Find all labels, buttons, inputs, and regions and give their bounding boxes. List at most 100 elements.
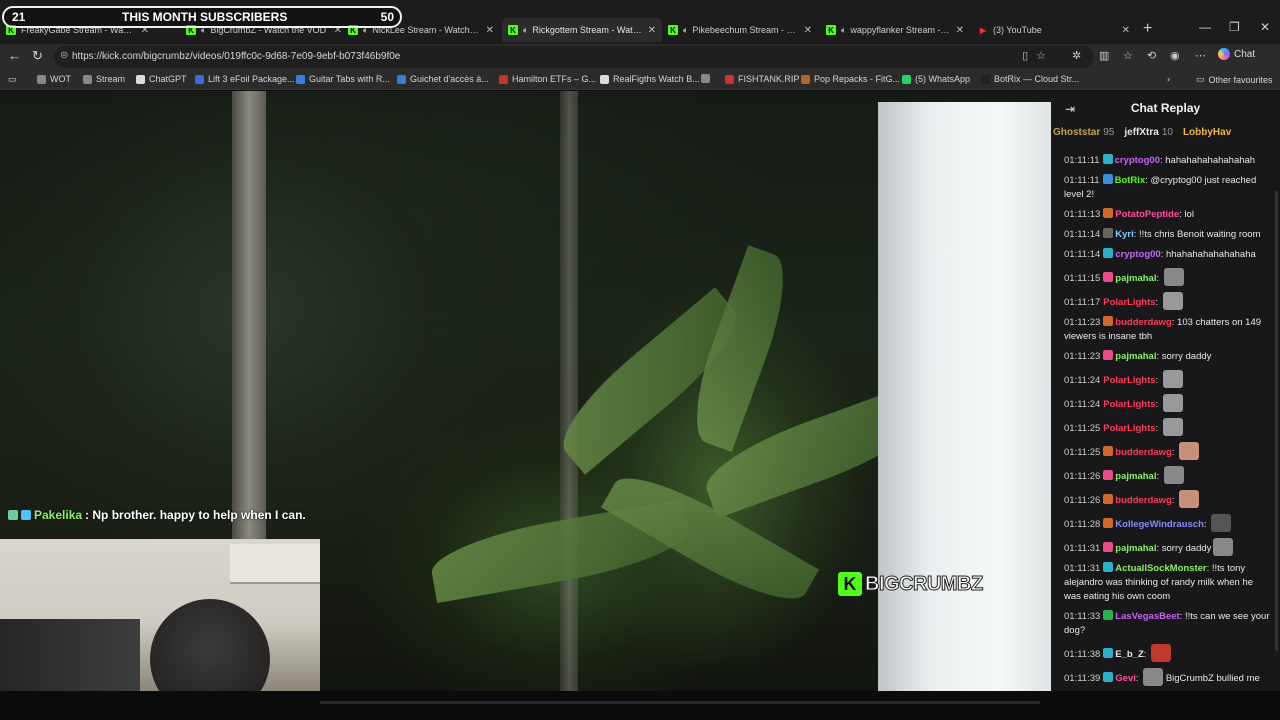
bookmark-favicon-icon [37, 74, 46, 84]
chat-username[interactable]: PolarLights [1103, 399, 1155, 410]
tab-close-icon[interactable]: ✕ [804, 25, 812, 36]
bookmark-item[interactable]: FISHTANK.RIP [725, 74, 799, 84]
top-gifter[interactable]: jeffXtra 10 [1124, 127, 1173, 145]
chat-username[interactable]: PolarLights [1103, 423, 1155, 434]
history-icon[interactable]: ⟲ [1147, 49, 1156, 62]
chat-username[interactable]: budderdawg [1115, 495, 1171, 506]
bookmark-item[interactable]: (5) WhatsApp [902, 74, 970, 84]
tab-close-icon[interactable]: ✕ [648, 25, 656, 36]
reading-list-icon[interactable]: ▭ [8, 74, 17, 85]
top-gifter[interactable]: LobbyHav [1183, 127, 1231, 145]
tab-title: wappyflanker Stream - Watch [850, 25, 949, 35]
browser-tab[interactable]: K 🔈︎ wappyflanker Stream - Watch ✕ [820, 18, 970, 42]
extensions-icon[interactable]: ✲ [1072, 49, 1081, 62]
profile-avatar-icon[interactable]: ◉ [1170, 49, 1180, 62]
bookmark-label: RealFigths Watch B... [613, 74, 700, 84]
bookmark-item[interactable]: Pop Repacks - FitG... [801, 74, 900, 84]
bookmark-item[interactable]: RealFigths Watch B... [600, 74, 700, 84]
emote-icon [1213, 538, 1234, 556]
bookmark-item[interactable]: Stream [83, 74, 125, 84]
chat-message: 01:11:25 budderdawg: [1051, 439, 1280, 463]
chat-message: 01:11:31 pajmahal: sorry daddy [1051, 535, 1280, 559]
tab-audio-icon[interactable]: 🔈︎ [841, 25, 846, 36]
chat-username[interactable]: budderdawg [1115, 447, 1171, 458]
chat-username[interactable]: pajmahal [1115, 273, 1156, 284]
more-menu-icon[interactable]: ⋯ [1195, 49, 1206, 62]
bookmark-item[interactable]: Hamilton ETFs – G... [499, 74, 596, 84]
browser-tab[interactable]: K 🔈︎ Pikebeechum Stream - Watch ✕ [662, 18, 818, 42]
message-timestamp: 01:11:28 [1064, 519, 1101, 530]
subscriber-count-goal: 50 [380, 10, 394, 24]
chat-username[interactable]: pajmahal [1115, 471, 1156, 482]
back-arrow-icon[interactable]: ← [8, 48, 21, 63]
address-bar[interactable]: ⊜ https://kick.com/bigcrumbz/videos/019f… [54, 46, 1094, 68]
message-timestamp: 01:11:15 [1064, 273, 1101, 284]
video-progress-bar[interactable] [320, 701, 1040, 704]
bookmark-item[interactable]: Lift 3 eFoil Package... [195, 74, 295, 84]
message-text: sorry daddy [1161, 351, 1212, 362]
message-timestamp: 01:11:25 [1064, 447, 1101, 458]
browser-toolbar: ← ↻ ⊜ https://kick.com/bigcrumbz/videos/… [0, 44, 1280, 70]
user-badge-icon [1103, 470, 1114, 480]
bookmark-item[interactable]: WOT [37, 74, 71, 84]
copilot-chat-button[interactable]: Chat [1218, 48, 1255, 60]
chat-username[interactable]: BotRix [1115, 175, 1146, 186]
message-timestamp: 01:11:14 [1064, 249, 1101, 260]
site-info-icon[interactable]: ⊜ [60, 50, 68, 61]
bookmarks-overflow-icon[interactable]: › [1167, 74, 1170, 84]
bookmark-item[interactable]: BotRix — Cloud Str... [981, 74, 1079, 84]
chat-scrollbar[interactable] [1275, 191, 1278, 651]
favourites-icon[interactable]: ☆ [1123, 49, 1133, 62]
chat-username[interactable]: KollegeWindrausch [1115, 519, 1204, 530]
chat-username[interactable]: cryptog00 [1115, 155, 1160, 166]
url-text[interactable]: https://kick.com/bigcrumbz/videos/019ffc… [72, 51, 400, 62]
chat-username[interactable]: PolarLights [1103, 375, 1155, 386]
browser-tab[interactable]: ▶ (3) YouTube ✕ [972, 18, 1136, 42]
bookmark-item[interactable] [701, 74, 710, 83]
bookmark-item[interactable]: Guichet d'accès à... [397, 74, 489, 84]
streamer-head [150, 599, 270, 691]
chat-username[interactable]: pajmahal [1115, 543, 1156, 554]
bookmark-item[interactable]: Guitar Tabs with R... [296, 74, 390, 84]
close-window-icon[interactable]: ✕ [1260, 20, 1270, 34]
kick-favicon-icon: K [668, 25, 678, 35]
bookmark-item[interactable]: ChatGPT [136, 74, 187, 84]
browser-tab[interactable]: K 🔈︎ Rickgottem Stream - Watch Li ✕ [502, 18, 662, 42]
chat-username[interactable]: PolarLights [1103, 297, 1155, 308]
refresh-icon[interactable]: ↻ [32, 48, 43, 64]
tab-close-icon[interactable]: ✕ [486, 25, 494, 36]
new-tab-button[interactable]: + [1143, 20, 1152, 38]
kick-favicon-icon: K [826, 25, 836, 35]
webcam-background-shelf [230, 544, 320, 584]
chat-username[interactable]: Gevi [1115, 673, 1136, 684]
chat-username[interactable]: cryptog00 [1115, 249, 1160, 260]
chat-message-list: 01:11:11 cryptog00: hahahahahahahahah 01:1… [1051, 151, 1280, 689]
gifter-name: Ghoststar [1053, 127, 1101, 138]
tab-close-icon[interactable]: ✕ [1122, 25, 1130, 36]
video-player[interactable]: Pakelika : Np brother. happy to help whe… [0, 91, 1051, 691]
split-screen-icon[interactable]: ▥ [1099, 49, 1109, 62]
minimize-icon[interactable]: — [1199, 20, 1211, 34]
chat-username[interactable]: PotatoPeptide [1115, 209, 1179, 220]
message-timestamp: 01:11:24 [1064, 399, 1101, 410]
chat-username[interactable]: E_b_Z [1115, 649, 1144, 660]
chat-username[interactable]: ActuallSockMonster [1115, 563, 1206, 574]
tab-audio-icon[interactable]: 🔈︎ [523, 25, 528, 36]
top-gifter[interactable]: Ghoststar 95 [1053, 127, 1114, 145]
message-separator: : [1203, 519, 1210, 530]
chat-message: 01:11:13 PotatoPeptide: lol [1051, 205, 1280, 225]
other-favourites[interactable]: ▭ Other favourites [1196, 74, 1273, 85]
chat-username[interactable]: LasVegasBeet [1115, 611, 1179, 622]
address-bar-actions[interactable]: ▯☆ [1022, 49, 1054, 62]
chat-username[interactable]: pajmahal [1115, 351, 1156, 362]
tab-close-icon[interactable]: ✕ [956, 25, 964, 36]
maximize-icon[interactable]: ❐ [1229, 20, 1240, 34]
tab-audio-icon[interactable]: 🔈︎ [683, 25, 688, 36]
youtube-favicon-icon: ▶ [979, 25, 987, 35]
chat-username[interactable]: budderdawg [1115, 317, 1171, 328]
user-badge-icon [1103, 494, 1114, 504]
bookmarks-bar: ▭ WOT Stream ChatGPT Lift 3 eFoil Package..… [0, 70, 1280, 90]
message-timestamp: 01:11:11 [1064, 175, 1100, 186]
player-bottom-bar [0, 691, 1280, 720]
chat-username[interactable]: Kyri [1115, 229, 1133, 240]
